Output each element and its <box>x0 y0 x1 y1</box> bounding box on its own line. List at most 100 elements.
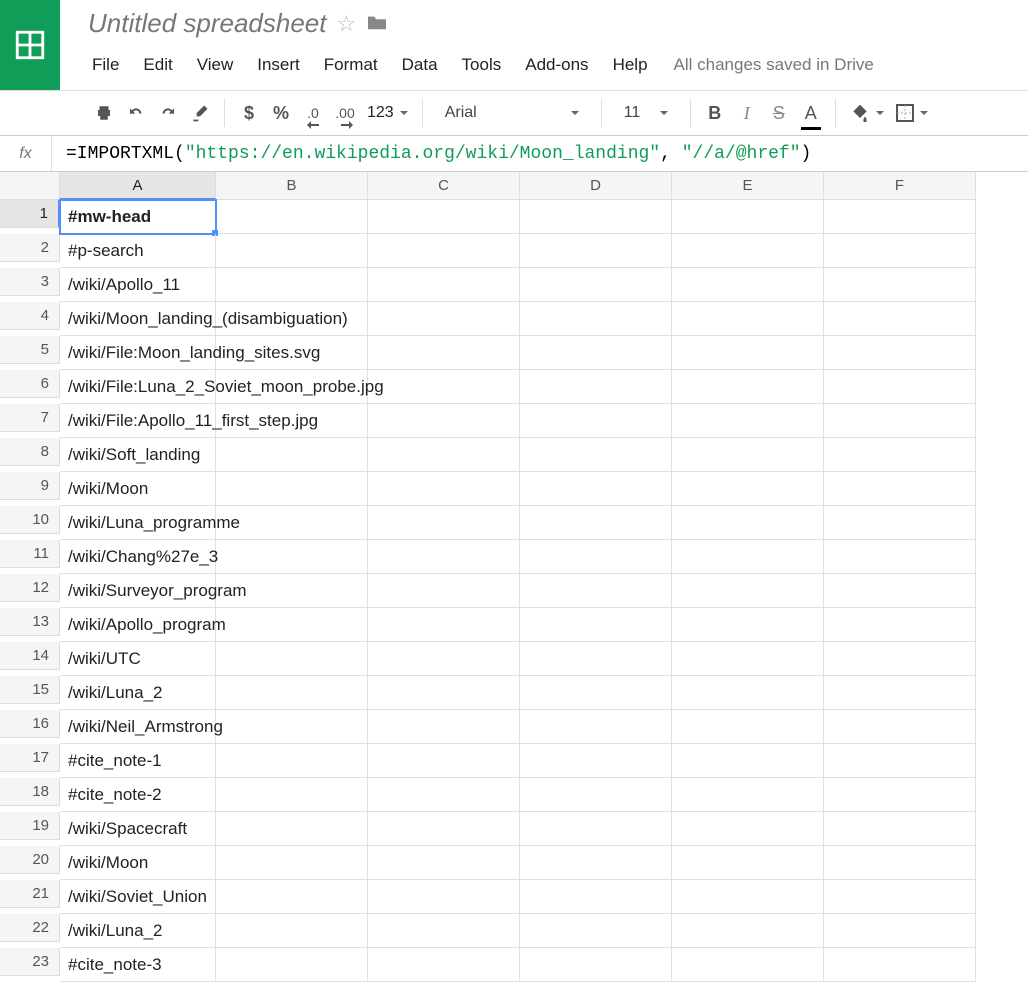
cell[interactable]: /wiki/Surveyor_program <box>60 574 216 608</box>
cell[interactable] <box>672 336 824 370</box>
cell[interactable] <box>368 744 520 778</box>
cell[interactable] <box>520 948 672 982</box>
cell[interactable]: #cite_note-2 <box>60 778 216 812</box>
cell[interactable] <box>368 540 520 574</box>
row-header[interactable]: 21 <box>0 880 60 908</box>
cell[interactable]: /wiki/Luna_programme <box>60 506 216 540</box>
cell[interactable] <box>520 710 672 744</box>
print-icon[interactable] <box>94 99 114 127</box>
cell[interactable] <box>824 268 976 302</box>
cell[interactable] <box>672 642 824 676</box>
percent-button[interactable]: % <box>271 99 291 127</box>
cell[interactable] <box>824 914 976 948</box>
cell[interactable] <box>672 302 824 336</box>
cell[interactable] <box>216 676 368 710</box>
cell[interactable]: /wiki/File:Moon_landing_sites.svg <box>60 336 216 370</box>
font-size-dropdown[interactable]: 11 <box>616 104 676 122</box>
cell[interactable] <box>672 676 824 710</box>
cell[interactable] <box>368 676 520 710</box>
cell[interactable] <box>520 268 672 302</box>
cell[interactable] <box>520 438 672 472</box>
formula-input[interactable]: =IMPORTXML("https://en.wikipedia.org/wik… <box>52 144 1028 164</box>
cell[interactable] <box>216 540 368 574</box>
menu-help[interactable]: Help <box>601 51 660 79</box>
cell[interactable] <box>520 336 672 370</box>
row-header[interactable]: 17 <box>0 744 60 772</box>
fill-color-button[interactable] <box>850 103 884 123</box>
cell[interactable] <box>824 200 976 234</box>
cell[interactable] <box>368 778 520 812</box>
cell[interactable]: /wiki/Soviet_Union <box>60 880 216 914</box>
menu-insert[interactable]: Insert <box>245 51 312 79</box>
cell[interactable] <box>368 268 520 302</box>
spreadsheet-grid[interactable]: ABCDEF1#mw-head2#p-search3/wiki/Apollo_1… <box>0 172 1028 982</box>
cell[interactable] <box>520 744 672 778</box>
redo-icon[interactable] <box>158 99 178 127</box>
select-all-corner[interactable] <box>0 172 60 200</box>
cell[interactable] <box>216 200 368 234</box>
cell[interactable] <box>520 778 672 812</box>
cell[interactable] <box>824 574 976 608</box>
row-header[interactable]: 8 <box>0 438 60 466</box>
undo-icon[interactable] <box>126 99 146 127</box>
cell[interactable] <box>216 642 368 676</box>
italic-button[interactable]: I <box>737 99 757 127</box>
cell[interactable] <box>520 200 672 234</box>
cell[interactable]: #p-search <box>60 234 216 268</box>
sheets-logo[interactable] <box>0 0 60 90</box>
menu-edit[interactable]: Edit <box>131 51 184 79</box>
cell[interactable]: /wiki/Moon_landing_(disambiguation) <box>60 302 216 336</box>
column-header[interactable]: B <box>216 172 368 200</box>
cell[interactable]: /wiki/Spacecraft <box>60 812 216 846</box>
cell[interactable] <box>672 268 824 302</box>
cell[interactable] <box>368 336 520 370</box>
cell[interactable] <box>520 846 672 880</box>
cell[interactable] <box>520 812 672 846</box>
cell[interactable] <box>368 404 520 438</box>
cell[interactable] <box>824 608 976 642</box>
cell[interactable] <box>824 336 976 370</box>
cell[interactable] <box>824 676 976 710</box>
borders-button[interactable] <box>896 104 928 122</box>
font-family-dropdown[interactable]: Arial <box>437 104 587 122</box>
row-header[interactable]: 18 <box>0 778 60 806</box>
cell[interactable] <box>520 370 672 404</box>
cell[interactable]: /wiki/Soft_landing <box>60 438 216 472</box>
cell[interactable] <box>368 880 520 914</box>
cell[interactable] <box>216 268 368 302</box>
cell[interactable] <box>824 642 976 676</box>
cell[interactable]: /wiki/Neil_Armstrong <box>60 710 216 744</box>
cell[interactable] <box>824 880 976 914</box>
cell[interactable] <box>824 234 976 268</box>
menu-tools[interactable]: Tools <box>450 51 514 79</box>
menu-file[interactable]: File <box>80 51 131 79</box>
cell[interactable] <box>520 302 672 336</box>
cell[interactable] <box>520 506 672 540</box>
cell[interactable]: /wiki/File:Apollo_11_first_step.jpg <box>60 404 216 438</box>
cell[interactable] <box>672 880 824 914</box>
cell[interactable]: /wiki/UTC <box>60 642 216 676</box>
cell[interactable] <box>672 574 824 608</box>
row-header[interactable]: 15 <box>0 676 60 704</box>
cell[interactable] <box>520 608 672 642</box>
cell[interactable]: #cite_note-1 <box>60 744 216 778</box>
doc-title[interactable]: Untitled spreadsheet <box>88 8 326 39</box>
row-header[interactable]: 20 <box>0 846 60 874</box>
cell[interactable] <box>368 948 520 982</box>
row-header[interactable]: 2 <box>0 234 60 262</box>
text-color-button[interactable]: A <box>801 99 821 127</box>
cell[interactable] <box>216 608 368 642</box>
column-header[interactable]: F <box>824 172 976 200</box>
cell[interactable] <box>672 608 824 642</box>
row-header[interactable]: 13 <box>0 608 60 636</box>
cell[interactable] <box>672 948 824 982</box>
cell[interactable]: /wiki/Luna_2 <box>60 914 216 948</box>
row-header[interactable]: 7 <box>0 404 60 432</box>
cell[interactable] <box>672 744 824 778</box>
cell[interactable]: /wiki/Moon <box>60 472 216 506</box>
cell[interactable]: #mw-head <box>60 200 216 234</box>
cell[interactable] <box>216 710 368 744</box>
strikethrough-button[interactable]: S <box>769 99 789 127</box>
cell[interactable]: /wiki/Chang%27e_3 <box>60 540 216 574</box>
cell[interactable] <box>520 914 672 948</box>
